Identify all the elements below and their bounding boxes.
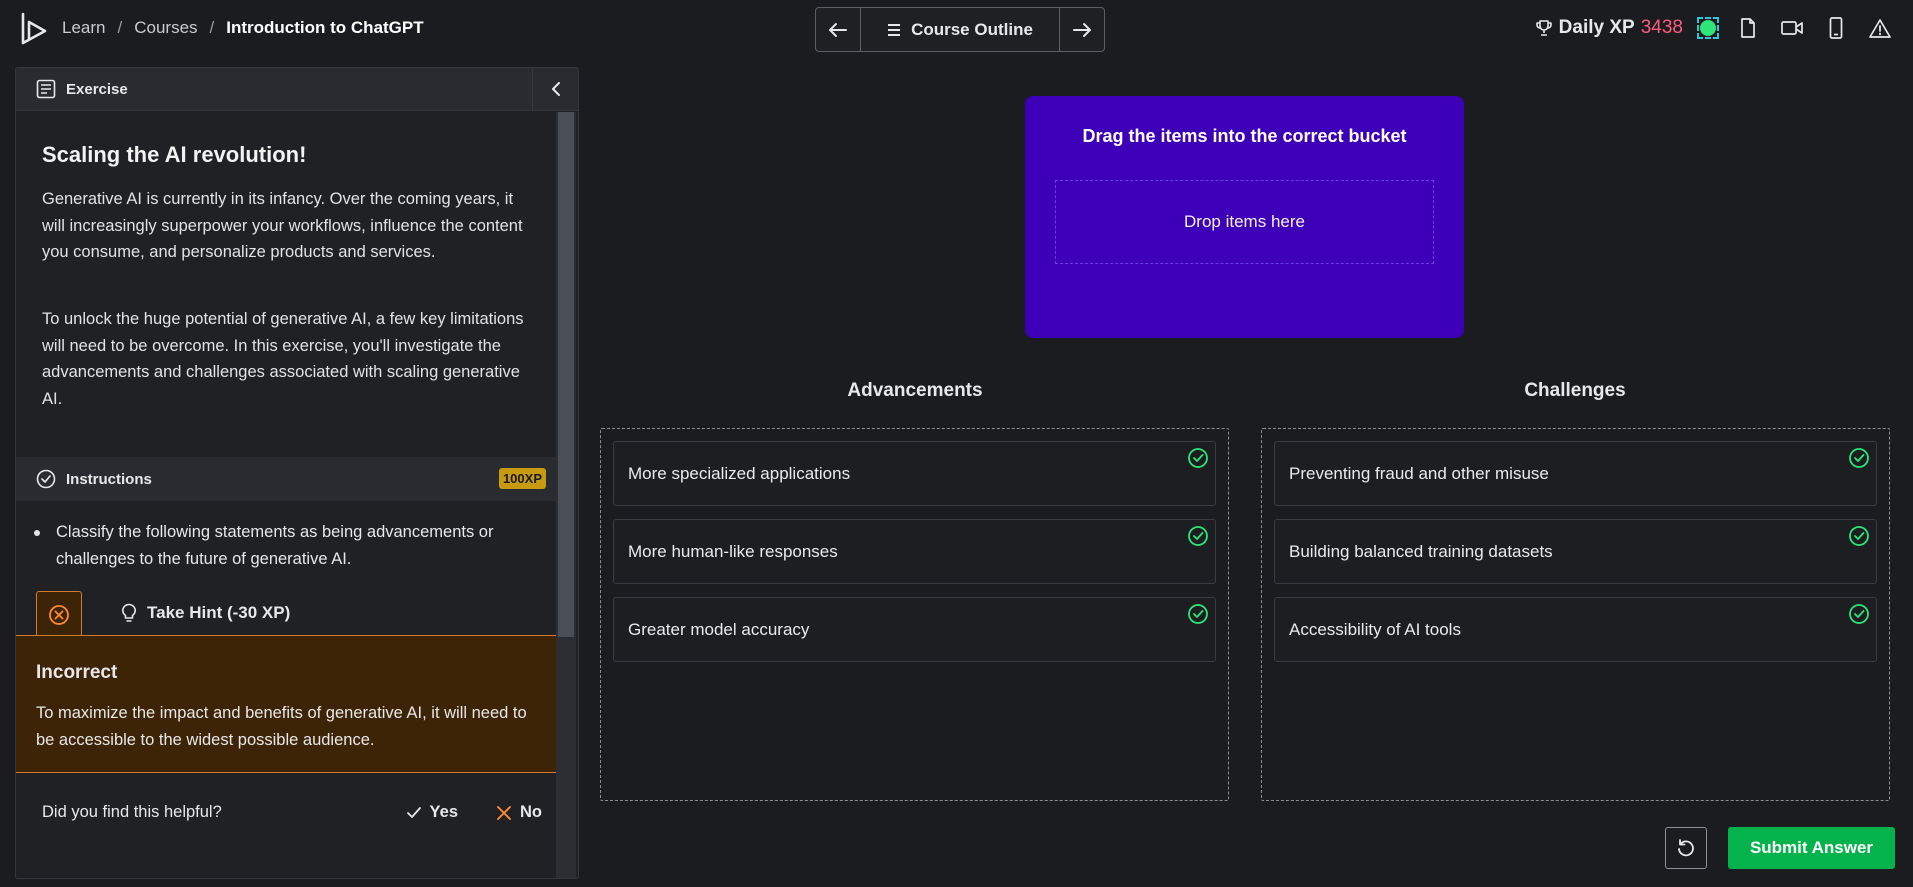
feedback-text: To maximize the impact and benefits of g… bbox=[36, 704, 527, 749]
arrow-left-icon bbox=[829, 22, 847, 37]
take-hint-button[interactable]: Take Hint (-30 XP) bbox=[121, 603, 290, 623]
breadcrumb-courses-link[interactable]: Courses bbox=[134, 18, 197, 38]
course-outline-label: Course Outline bbox=[911, 19, 1033, 39]
instructions-label: Instructions bbox=[66, 470, 152, 488]
incorrect-feedback-tab[interactable] bbox=[36, 591, 82, 637]
item-label: More human-like responses bbox=[628, 541, 838, 561]
breadcrumb-separator: / bbox=[117, 18, 123, 37]
document-icon bbox=[1741, 18, 1755, 38]
source-drop-zone[interactable]: Drop items here bbox=[1055, 180, 1434, 264]
correct-check-icon bbox=[1849, 448, 1869, 468]
helpful-question: Did you find this helpful? bbox=[42, 803, 222, 821]
report-issue-button[interactable] bbox=[1865, 13, 1895, 43]
take-hint-label: Take Hint (-30 XP) bbox=[147, 603, 291, 622]
feedback-tabs: Take Hint (-30 XP) bbox=[16, 591, 556, 637]
video-button[interactable] bbox=[1777, 13, 1807, 43]
instruction-text: Classify the following statements as bei… bbox=[56, 523, 494, 568]
draggable-item[interactable]: Building balanced training datasets bbox=[1274, 519, 1877, 584]
exercise-document-icon bbox=[36, 79, 56, 99]
draggable-item[interactable]: Preventing fraud and other misuse bbox=[1274, 441, 1877, 506]
arrow-right-icon bbox=[1073, 22, 1091, 37]
item-label: Building balanced training datasets bbox=[1289, 541, 1553, 561]
course-outline-button[interactable]: Course Outline bbox=[860, 8, 1060, 51]
daily-xp-label: Daily XP bbox=[1558, 17, 1635, 38]
incorrect-feedback: Incorrect To maximize the impact and ben… bbox=[16, 635, 556, 773]
draggable-item[interactable]: More human-like responses bbox=[613, 519, 1216, 584]
lightbulb-icon bbox=[122, 603, 136, 622]
daily-xp: Daily XP 3438 bbox=[1535, 17, 1683, 39]
helpful-no-label: No bbox=[520, 803, 542, 821]
datacamp-logo-icon[interactable] bbox=[20, 12, 48, 46]
drop-placeholder: Drop items here bbox=[1184, 212, 1305, 231]
correct-check-icon bbox=[1849, 526, 1869, 546]
breadcrumb-separator: / bbox=[209, 18, 215, 37]
header-tools: Daily XP 3438 bbox=[1535, 13, 1895, 43]
instruction-list-item: Classify the following statements as bei… bbox=[34, 519, 546, 573]
bullet-icon bbox=[34, 530, 40, 536]
bucket-title-challenges: Challenges bbox=[1524, 380, 1626, 401]
scrollbar-thumb[interactable] bbox=[558, 112, 574, 637]
panel-scrollbar[interactable] bbox=[556, 112, 576, 878]
slides-button[interactable] bbox=[1733, 13, 1763, 43]
exercise-panel: Exercise Scaling the AI revolution! Gene… bbox=[15, 67, 579, 879]
checkmark-circle-icon bbox=[36, 469, 56, 489]
item-label: More specialized applications bbox=[628, 463, 851, 483]
drag-source-card: Drag the items into the correct bucket D… bbox=[1025, 96, 1464, 338]
menu-icon bbox=[888, 23, 901, 36]
course-navigation: Course Outline bbox=[815, 7, 1105, 52]
exercise-description-1: Generative AI is currently in its infanc… bbox=[42, 190, 523, 261]
mobile-phone-icon bbox=[1829, 17, 1843, 39]
submit-answer-button[interactable]: Submit Answer bbox=[1728, 827, 1895, 869]
feedback-title: Incorrect bbox=[36, 662, 118, 683]
video-camera-icon bbox=[1781, 21, 1803, 35]
warning-icon bbox=[1869, 19, 1891, 38]
mobile-button[interactable] bbox=[1821, 13, 1851, 43]
bucket-advancements[interactable]: More specialized applications More human… bbox=[600, 428, 1229, 801]
xp-badge: 100XP bbox=[498, 468, 546, 489]
previous-exercise-button[interactable] bbox=[816, 8, 860, 51]
collapse-panel-button[interactable] bbox=[532, 68, 578, 110]
correct-check-icon bbox=[1188, 448, 1208, 468]
reset-icon bbox=[1678, 839, 1694, 857]
draggable-item[interactable]: More specialized applications bbox=[613, 441, 1216, 506]
exercise-tab: Exercise bbox=[16, 79, 532, 99]
correct-check-icon bbox=[1188, 604, 1208, 624]
draggable-item[interactable]: Greater model accuracy bbox=[613, 597, 1216, 662]
helpful-no-button[interactable]: No bbox=[496, 803, 542, 822]
error-circle-icon bbox=[49, 604, 69, 625]
bucket-title-advancements: Advancements bbox=[847, 380, 983, 401]
correct-check-icon bbox=[1849, 604, 1869, 624]
item-label: Accessibility of AI tools bbox=[1289, 619, 1461, 639]
exercise-title: Scaling the AI revolution! bbox=[42, 142, 307, 167]
online-status-icon bbox=[1700, 20, 1716, 36]
item-label: Greater model accuracy bbox=[628, 619, 810, 639]
exercise-description-2: To unlock the huge potential of generati… bbox=[42, 310, 524, 408]
draggable-item[interactable]: Accessibility of AI tools bbox=[1274, 597, 1877, 662]
helpful-feedback: Did you find this helpful? Yes No bbox=[42, 803, 542, 822]
reset-button[interactable] bbox=[1665, 827, 1707, 869]
status-indicator[interactable] bbox=[1697, 17, 1719, 39]
helpful-yes-label: Yes bbox=[429, 803, 458, 821]
drag-instruction-heading: Drag the items into the correct bucket bbox=[1082, 126, 1407, 146]
helpful-yes-button[interactable]: Yes bbox=[406, 803, 458, 822]
bucket-challenges[interactable]: Preventing fraud and other misuse Buildi… bbox=[1261, 428, 1890, 801]
top-bar: Learn / Courses / Introduction to ChatGP… bbox=[0, 0, 1913, 58]
check-icon bbox=[406, 806, 421, 818]
item-label: Preventing fraud and other misuse bbox=[1289, 463, 1549, 483]
exercise-tab-label: Exercise bbox=[66, 80, 128, 98]
next-exercise-button[interactable] bbox=[1060, 8, 1104, 51]
breadcrumb: Learn / Courses / Introduction to ChatGP… bbox=[62, 18, 424, 38]
chevron-left-icon bbox=[551, 82, 560, 96]
close-icon bbox=[497, 805, 511, 820]
exercise-panel-header: Exercise bbox=[16, 68, 578, 111]
breadcrumb-current-course[interactable]: Introduction to ChatGPT bbox=[226, 18, 423, 38]
breadcrumb-learn-link[interactable]: Learn bbox=[62, 18, 105, 38]
daily-xp-value: 3438 bbox=[1640, 17, 1683, 38]
instructions-header: Instructions 100XP bbox=[16, 457, 556, 501]
trophy-icon bbox=[1535, 20, 1552, 36]
correct-check-icon bbox=[1188, 526, 1208, 546]
